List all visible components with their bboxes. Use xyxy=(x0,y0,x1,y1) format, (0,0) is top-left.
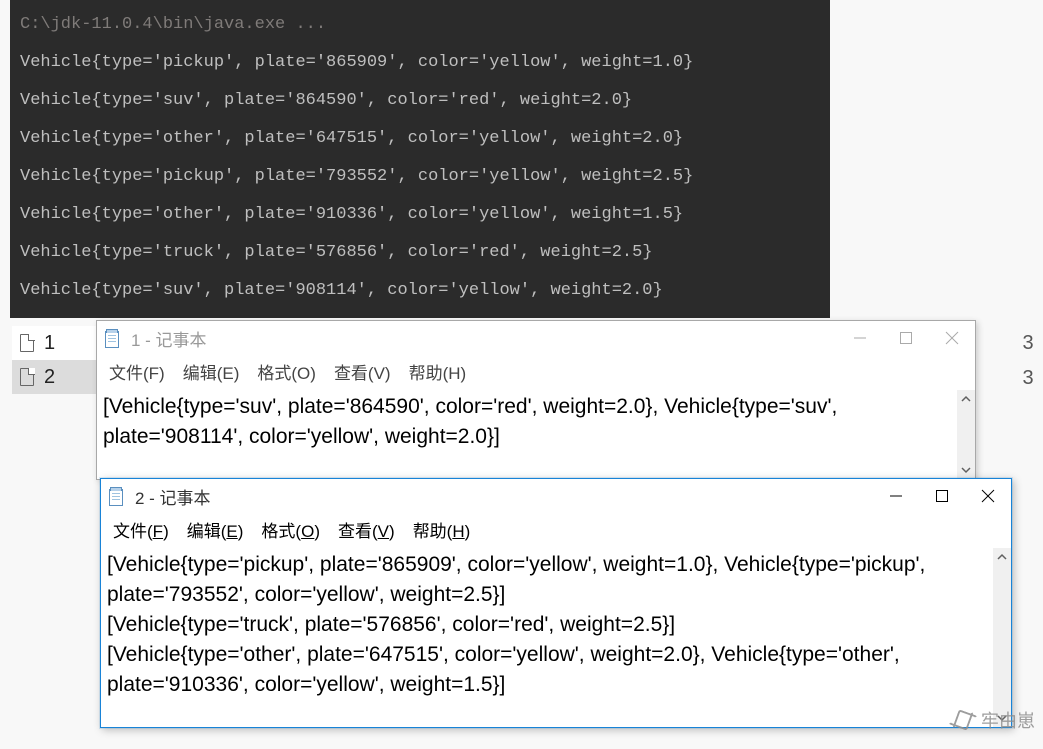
console-line: Vehicle{type='suv', plate='864590', colo… xyxy=(20,91,632,110)
menu-format[interactable]: 格式(O) xyxy=(257,359,316,384)
menubar: 文件(F) 编辑(E) 格式(O) 查看(V) 帮助(H) xyxy=(101,513,1011,548)
menu-edit[interactable]: 编辑(E) xyxy=(187,517,244,542)
console-line: Vehicle{type='truck', plate='576856', co… xyxy=(20,243,653,262)
editor-body: [Vehicle{type='pickup', plate='865909', … xyxy=(101,548,1011,727)
background-edge: 3 3 xyxy=(1013,326,1043,396)
console-output: C:\jdk-11.0.4\bin\java.exe ... Vehicle{t… xyxy=(10,0,830,318)
file-tab-label: 1 xyxy=(44,332,55,355)
titlebar[interactable]: 1 - 记事本 xyxy=(97,321,975,355)
menu-help[interactable]: 帮助(H) xyxy=(409,359,467,384)
menu-help[interactable]: 帮助(H) xyxy=(413,517,471,542)
close-button[interactable] xyxy=(965,479,1011,513)
minimize-button[interactable] xyxy=(873,479,919,513)
scroll-up-icon[interactable] xyxy=(957,390,975,408)
notepad-window-2[interactable]: 2 - 记事本 文件(F) 编辑(E) 格式(O) 查看(V) 帮助(H) [V… xyxy=(100,478,1012,728)
window-title: 1 - 记事本 xyxy=(131,326,837,351)
editor-text[interactable]: [Vehicle{type='pickup', plate='865909', … xyxy=(101,548,993,727)
scroll-down-icon[interactable] xyxy=(957,461,975,479)
menubar: 文件(F) 编辑(E) 格式(O) 查看(V) 帮助(H) xyxy=(97,355,975,390)
vertical-scrollbar[interactable] xyxy=(993,548,1011,727)
file-tabs: 1 2 xyxy=(12,326,102,394)
file-tab-2[interactable]: 2 xyxy=(12,360,102,394)
window-controls xyxy=(837,321,975,355)
notepad-window-1[interactable]: 1 - 记事本 文件(F) 编辑(E) 格式(O) 查看(V) 帮助(H) [V… xyxy=(96,320,976,480)
vertical-scrollbar[interactable] xyxy=(957,390,975,479)
file-icon xyxy=(20,368,34,386)
console-command: C:\jdk-11.0.4\bin\java.exe ... xyxy=(20,15,326,34)
scroll-up-icon[interactable] xyxy=(993,548,1011,566)
editor-body: [Vehicle{type='suv', plate='864590', col… xyxy=(97,390,975,479)
scroll-down-icon[interactable] xyxy=(993,709,1011,727)
window-controls xyxy=(873,479,1011,513)
window-title: 2 - 记事本 xyxy=(135,484,873,509)
menu-view[interactable]: 查看(V) xyxy=(334,359,391,384)
close-button[interactable] xyxy=(929,321,975,355)
file-tab-label: 2 xyxy=(44,366,55,389)
minimize-button[interactable] xyxy=(837,321,883,355)
console-line: Vehicle{type='other', plate='647515', co… xyxy=(20,129,683,148)
console-line: Vehicle{type='suv', plate='908114', colo… xyxy=(20,281,663,300)
menu-view[interactable]: 查看(V) xyxy=(338,517,395,542)
notepad-icon xyxy=(105,328,123,348)
file-tab-1[interactable]: 1 xyxy=(12,326,102,360)
menu-edit[interactable]: 编辑(E) xyxy=(183,359,240,384)
file-icon xyxy=(20,334,34,352)
maximize-button[interactable] xyxy=(919,479,965,513)
menu-format[interactable]: 格式(O) xyxy=(261,517,320,542)
console-line: Vehicle{type='pickup', plate='865909', c… xyxy=(20,53,693,72)
console-line: Vehicle{type='pickup', plate='793552', c… xyxy=(20,167,693,186)
menu-file[interactable]: 文件(F) xyxy=(109,359,165,384)
notepad-icon xyxy=(109,486,127,506)
editor-text[interactable]: [Vehicle{type='suv', plate='864590', col… xyxy=(97,390,957,479)
console-line: Vehicle{type='other', plate='910336', co… xyxy=(20,205,683,224)
titlebar[interactable]: 2 - 记事本 xyxy=(101,479,1011,513)
menu-file[interactable]: 文件(F) xyxy=(113,517,169,542)
maximize-button[interactable] xyxy=(883,321,929,355)
